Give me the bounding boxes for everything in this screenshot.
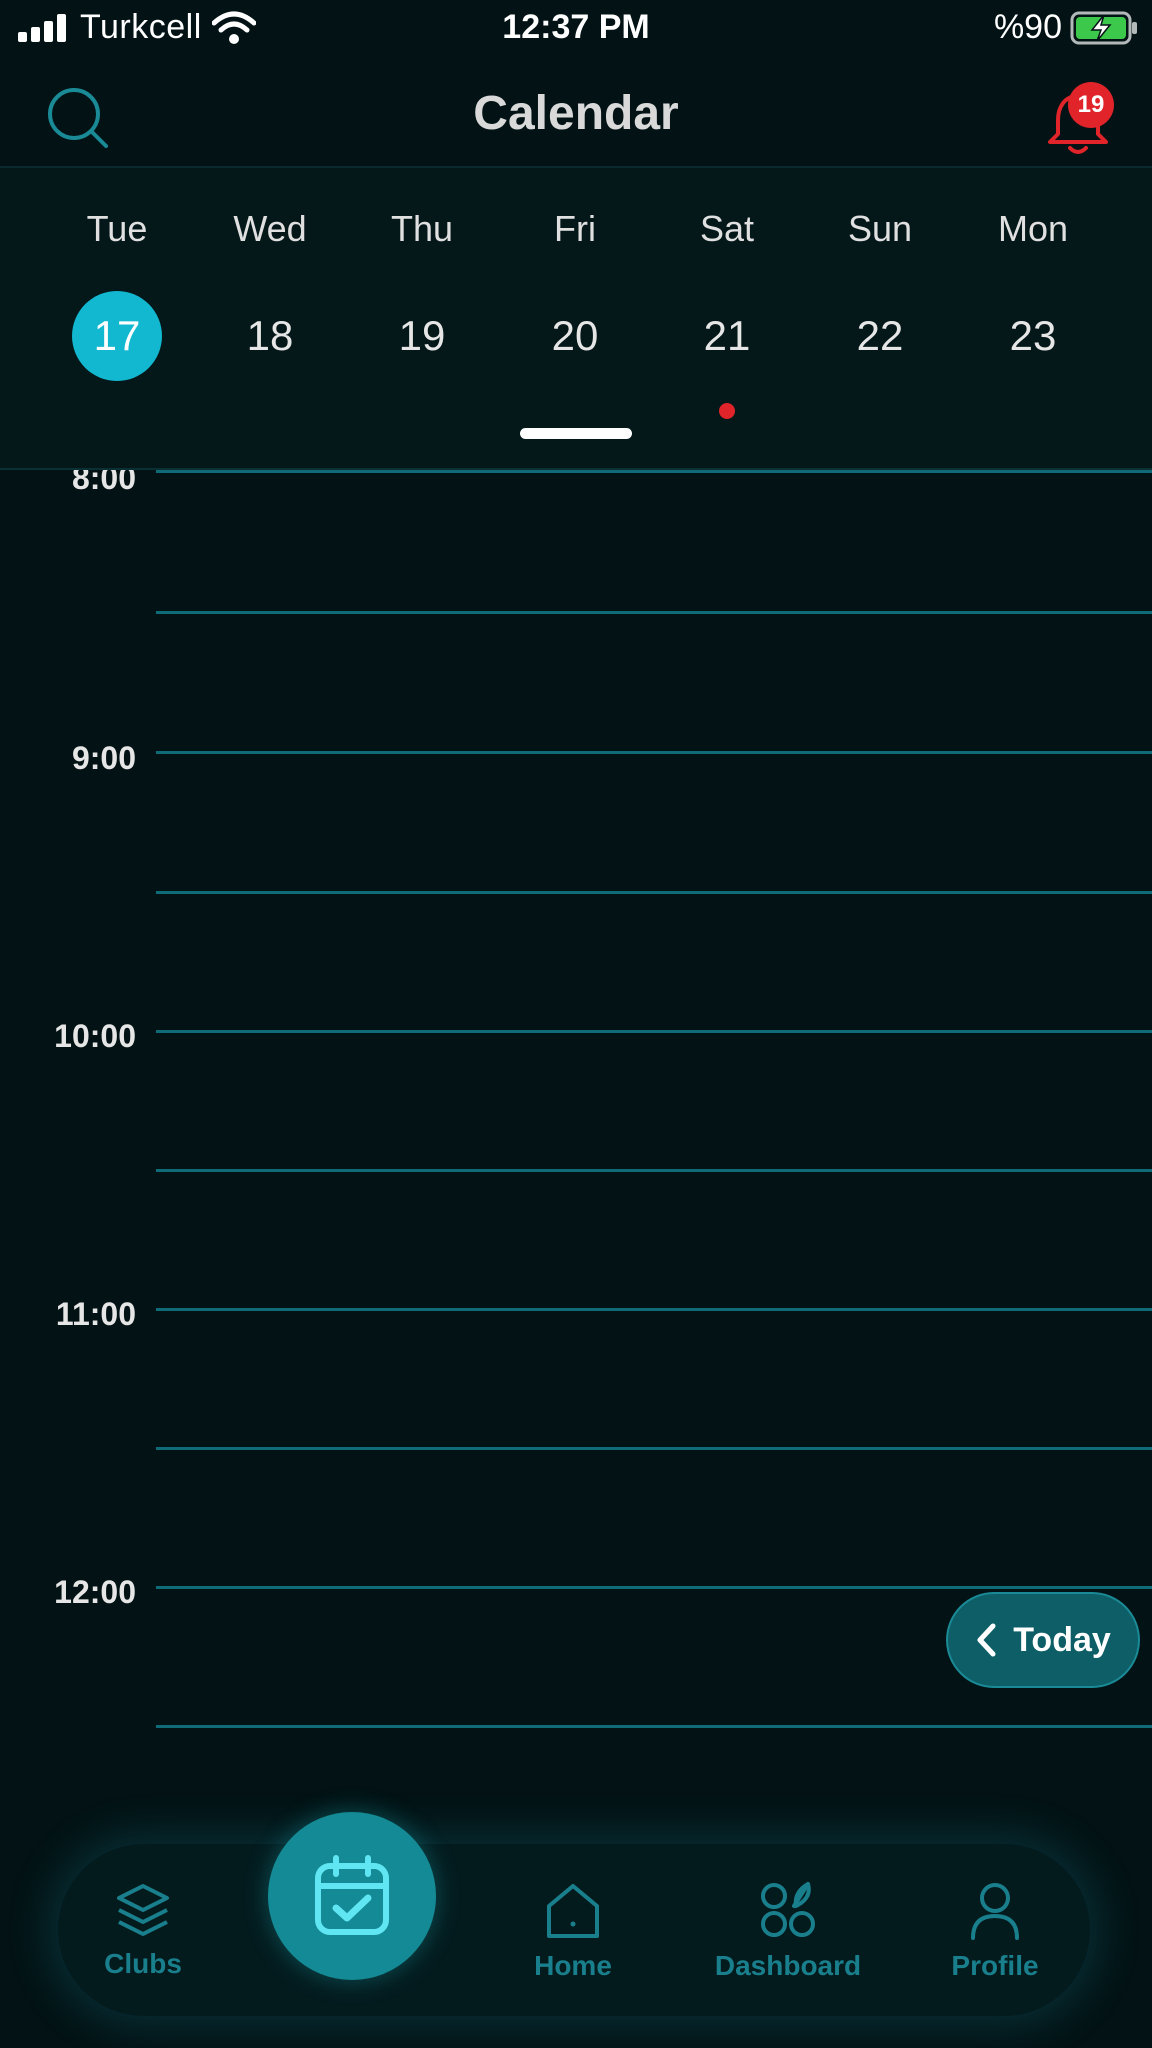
- day-name: Tue: [86, 208, 148, 249]
- chevron-left-icon: [977, 1623, 996, 1657]
- hour-label: 9:00: [71, 740, 136, 776]
- dashboard-icon: [761, 1882, 815, 1937]
- day-date: 19: [377, 291, 467, 381]
- day-number: 20: [551, 312, 599, 359]
- day-number: 17: [93, 312, 141, 359]
- day-mon[interactable]: Mon 23: [968, 208, 1098, 408]
- day-wed[interactable]: Wed 18: [205, 208, 335, 408]
- home-icon: [547, 1884, 599, 1938]
- notification-badge: 19: [1068, 82, 1114, 128]
- day-tue[interactable]: Tue 17: [52, 208, 182, 408]
- layers-icon: [117, 1884, 169, 1936]
- header: Calendar 19: [0, 58, 1152, 168]
- half-hour-line: [156, 1169, 1152, 1172]
- nav-label-home: Home: [534, 1950, 612, 1981]
- hour-label: 10:00: [54, 1018, 136, 1054]
- day-name: Fri: [554, 208, 596, 249]
- day-sun[interactable]: Sun 22: [815, 208, 945, 408]
- half-hour-line: [156, 891, 1152, 894]
- page-title: Calendar: [473, 87, 679, 140]
- day-name: Wed: [233, 208, 307, 249]
- nav-item-dashboard[interactable]: Dashboard: [698, 1844, 878, 2016]
- day-date-selected: 17: [72, 291, 162, 381]
- status-right: %90: [994, 8, 1140, 47]
- hour-label: 8:00: [71, 470, 136, 496]
- status-bar: Turkcell 12:37 PM %90: [0, 0, 1152, 58]
- nav-item-home[interactable]: Home: [498, 1844, 648, 2016]
- battery-percentage: %90: [993, 8, 1062, 46]
- battery-charging-icon: [1070, 11, 1137, 44]
- day-number: 21: [703, 312, 751, 359]
- event-indicator-dot: [719, 403, 735, 419]
- day-number: 22: [856, 312, 904, 359]
- nav-label-profile: Profile: [951, 1950, 1039, 1981]
- nav-item-clubs[interactable]: Clubs: [68, 1844, 218, 2016]
- app-screen: Turkcell 12:37 PM %90 Calendar 19 Tue 17…: [0, 0, 1152, 2048]
- day-date: 18: [225, 291, 315, 381]
- half-hour-line: [156, 611, 1152, 614]
- day-date: 21: [682, 291, 772, 381]
- day-name: Mon: [997, 208, 1069, 249]
- hour-label: 12:00: [54, 1574, 136, 1610]
- hour-line: [156, 1308, 1152, 1311]
- status-time: 12:37 PM: [502, 8, 650, 46]
- half-hour-line: [156, 1447, 1152, 1450]
- nav-item-calendar[interactable]: [268, 1812, 436, 1980]
- day-number: 18: [246, 312, 294, 359]
- hour-line: [156, 751, 1152, 754]
- notifications-button[interactable]: 19: [1038, 82, 1118, 162]
- nav-label-dashboard: Dashboard: [714, 1950, 862, 1981]
- day-name: Sun: [847, 208, 913, 249]
- week-strip: Tue 17 Wed 18 Thu 19 Fri 20 Sat 21 Sun 2…: [0, 168, 1152, 470]
- day-date: 23: [988, 291, 1078, 381]
- day-thu[interactable]: Thu 19: [357, 208, 487, 408]
- week-drag-handle[interactable]: [520, 428, 632, 439]
- day-number: 23: [1009, 312, 1057, 359]
- today-label: Today: [1013, 1620, 1111, 1659]
- today-button[interactable]: Today: [946, 1592, 1140, 1688]
- day-date: 22: [835, 291, 925, 381]
- hour-label: 11:00: [55, 1296, 136, 1332]
- hour-line: [156, 1586, 1152, 1589]
- nav-item-profile[interactable]: Profile: [920, 1844, 1070, 2016]
- bottom-nav: Clubs Home Dashboard Profile: [58, 1844, 1090, 2016]
- hour-line: [156, 1030, 1152, 1033]
- nav-label-clubs: Clubs: [104, 1948, 182, 1979]
- calendar-check-icon: [315, 1855, 389, 1935]
- day-date: 20: [530, 291, 620, 381]
- half-hour-line: [156, 1725, 1152, 1728]
- profile-icon: [971, 1883, 1019, 1940]
- day-name: Sat: [699, 208, 755, 249]
- day-number: 19: [398, 312, 446, 359]
- day-sat[interactable]: Sat 21: [662, 208, 792, 419]
- hour-line: [156, 470, 1152, 473]
- day-fri[interactable]: Fri 20: [510, 208, 640, 408]
- day-name: Thu: [390, 208, 454, 249]
